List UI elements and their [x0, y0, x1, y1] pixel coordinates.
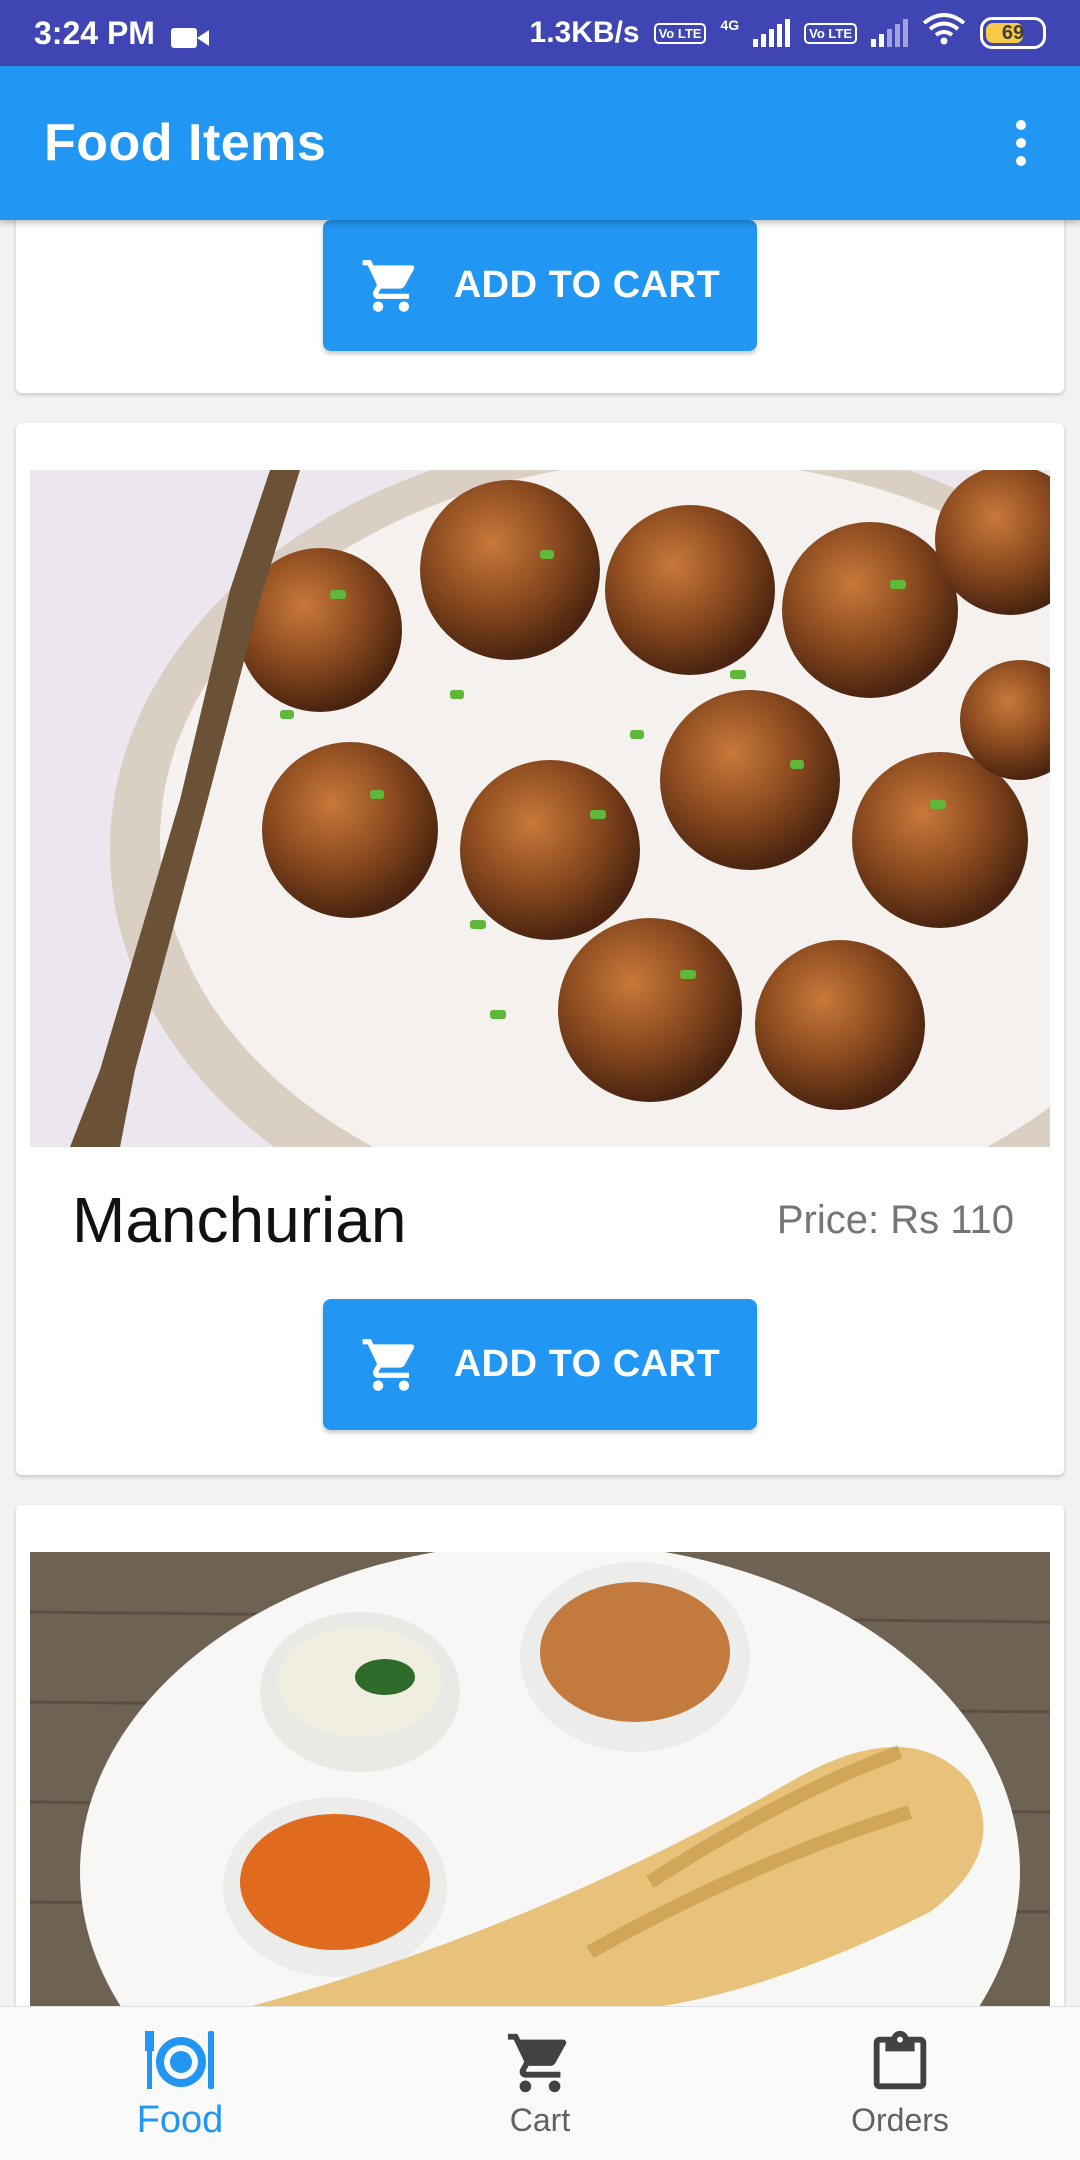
- dosa-photo: [30, 1552, 1050, 2006]
- cart-icon: [362, 1338, 414, 1391]
- video-record-icon: [170, 21, 209, 48]
- clipboard-icon: [873, 2030, 927, 2090]
- add-to-cart-button[interactable]: ADD TO CART: [323, 220, 757, 351]
- more-vert-icon[interactable]: [1006, 110, 1036, 176]
- cart-icon: [362, 259, 414, 312]
- wifi-icon: [922, 13, 966, 53]
- add-to-cart-button[interactable]: ADD TO CART: [323, 1299, 757, 1430]
- status-left: 3:24 PM: [34, 15, 209, 52]
- cart-icon: [507, 2033, 567, 2093]
- restaurant-icon: [145, 2031, 214, 2089]
- nav-item-cart[interactable]: Cart: [360, 2007, 720, 2160]
- status-right: 1.3KB/s Vo LTE 4G Vo LTE 69: [530, 13, 1046, 53]
- battery-icon: 69: [980, 17, 1046, 49]
- status-time: 3:24 PM: [34, 14, 155, 51]
- food-info-row: Manchurian Price: Rs 110: [16, 1165, 1064, 1275]
- page-title: Food Items: [44, 114, 327, 172]
- volte-badge-2: Vo LTE: [804, 22, 857, 44]
- add-to-cart-label: ADD TO CART: [453, 1343, 721, 1385]
- manchurian-photo: [30, 470, 1050, 1147]
- add-to-cart-label: ADD TO CART: [453, 264, 721, 306]
- status-bar: 3:24 PM 1.3KB/s Vo LTE 4G Vo LTE 69: [0, 0, 1080, 66]
- nav-label-cart: Cart: [509, 2102, 571, 2138]
- nav-label-orders: Orders: [851, 2102, 949, 2138]
- food-card: ADD TO CART: [16, 220, 1064, 393]
- app-bar: Food Items: [0, 66, 1080, 220]
- battery-level: 69: [1001, 21, 1025, 44]
- nav-item-orders[interactable]: Orders: [720, 2007, 1080, 2160]
- nav-label-food: Food: [136, 2099, 224, 2141]
- signal-icon-1: [753, 19, 791, 47]
- nav-item-food[interactable]: Food: [0, 2007, 360, 2160]
- network-type: 4G: [720, 17, 740, 33]
- food-name: Manchurian: [72, 1184, 407, 1256]
- food-list[interactable]: ADD TO CART Manchurian Price: Rs 110 ADD…: [0, 220, 1080, 2006]
- food-card: [16, 1505, 1064, 2006]
- bottom-navigation: Food Cart Orders: [0, 2006, 1080, 2160]
- net-speed: 1.3KB/s: [529, 16, 640, 49]
- volte-badge-1: Vo LTE: [653, 22, 707, 44]
- food-price: Price: Rs 110: [776, 1197, 1014, 1242]
- signal-icon-2: [871, 19, 908, 47]
- food-card: Manchurian Price: Rs 110 ADD TO CART: [16, 423, 1064, 1475]
